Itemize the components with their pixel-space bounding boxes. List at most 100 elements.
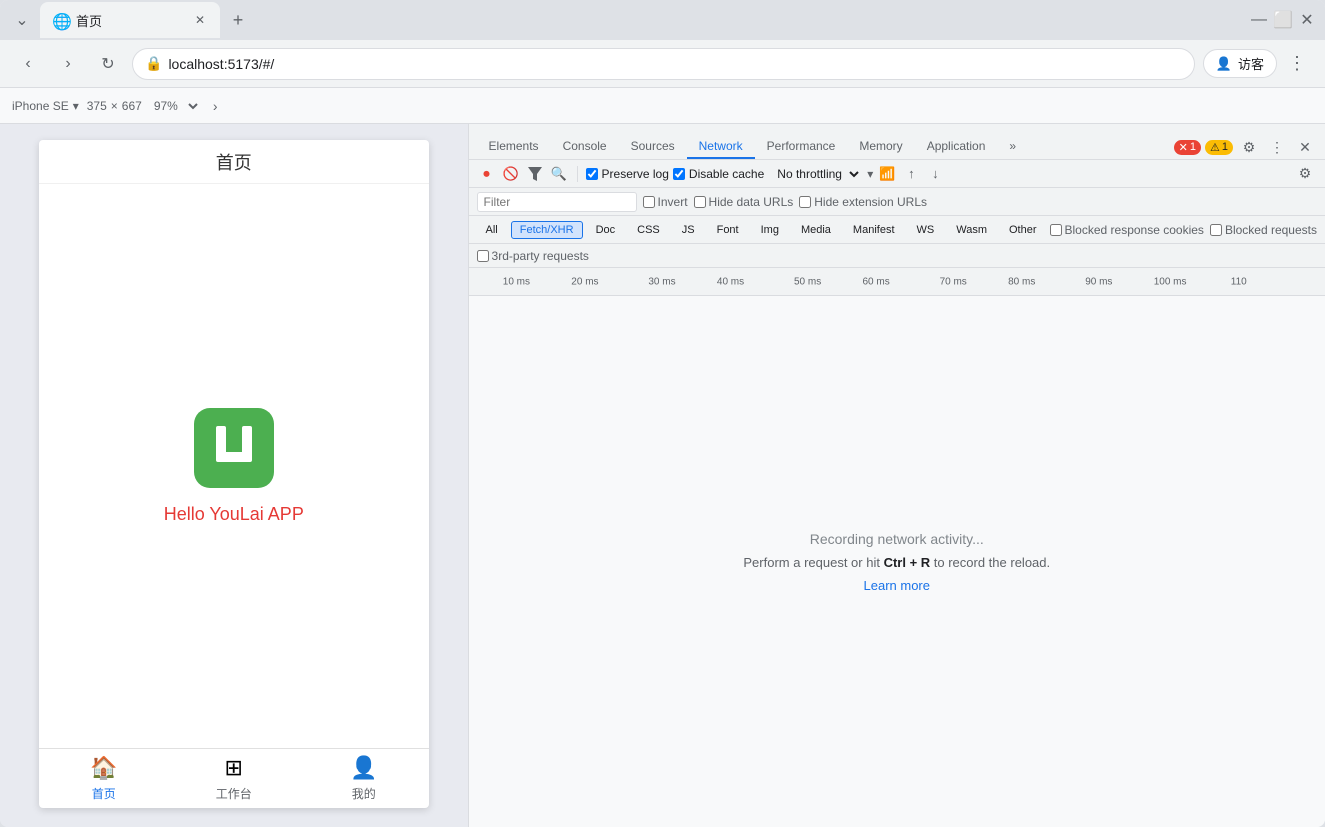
tab-list-button[interactable]: ⌄: [8, 6, 36, 34]
page-header: 首页: [39, 140, 429, 184]
import-har-button[interactable]: ↓: [925, 164, 945, 184]
preserve-log-checkbox[interactable]: [586, 168, 598, 180]
desc-end: to record the reload.: [930, 555, 1050, 570]
throttle-selector[interactable]: No throttling: [768, 165, 863, 183]
third-party-checkbox[interactable]: [477, 250, 489, 262]
tab-favicon-icon: 🌐: [52, 12, 68, 28]
new-tab-button[interactable]: +: [224, 6, 252, 34]
disable-cache-label[interactable]: Disable cache: [673, 167, 764, 181]
tab-network[interactable]: Network: [687, 135, 755, 159]
hide-ext-urls-label[interactable]: Hide extension URLs: [799, 195, 927, 209]
type-filter-wasm[interactable]: Wasm: [947, 221, 996, 239]
blocked-requests-label[interactable]: Blocked requests: [1210, 223, 1317, 237]
type-filter-other[interactable]: Other: [1000, 221, 1046, 239]
zoom-selector[interactable]: 97% 100% 75%: [150, 98, 201, 114]
type-filter-ws[interactable]: WS: [908, 221, 944, 239]
type-filter-fetch-xhr[interactable]: Fetch/XHR: [511, 221, 583, 239]
dimensions-display: 375 × 667: [87, 99, 142, 113]
nav-item-home[interactable]: 🏠 首页: [39, 755, 169, 802]
timeline-label-30: 30 ms: [648, 276, 675, 287]
timeline-label-100: 100 ms: [1154, 276, 1187, 287]
blocked-response-cookies-checkbox[interactable]: [1050, 224, 1062, 236]
width-value: 375: [87, 99, 107, 113]
learn-more-link[interactable]: Learn more: [864, 578, 930, 593]
network-toolbar: ⏺ 🚫 🔍 Preserve log Disable cache No thro…: [469, 160, 1325, 188]
third-party-row: 3rd-party requests: [469, 244, 1325, 268]
tab-performance[interactable]: Performance: [755, 135, 848, 159]
device-name: iPhone SE: [12, 99, 69, 113]
nav-label-profile: 我的: [352, 785, 376, 802]
warn-icon: ⚠: [1210, 141, 1220, 154]
workspace-icon: ⊞: [225, 755, 243, 781]
maximize-button[interactable]: ⬜: [1273, 10, 1293, 30]
more-options-icon[interactable]: ›: [213, 98, 218, 114]
blocked-response-cookies-label[interactable]: Blocked response cookies: [1050, 223, 1204, 237]
type-filter-extra: Blocked response cookies Blocked request…: [1050, 223, 1317, 237]
third-party-label[interactable]: 3rd-party requests: [477, 249, 589, 263]
tab-more[interactable]: »: [997, 135, 1028, 159]
network-filter-row: Invert Hide data URLs Hide extension URL…: [469, 188, 1325, 216]
hide-data-urls-checkbox[interactable]: [694, 196, 706, 208]
active-tab: 🌐 首页 ✕: [40, 2, 220, 38]
clear-button[interactable]: 🚫: [501, 164, 521, 184]
close-button[interactable]: ✕: [1297, 10, 1317, 30]
nav-label-home: 首页: [92, 785, 116, 802]
network-settings-button[interactable]: ⚙: [1293, 162, 1317, 186]
title-bar-left: ⌄ 🌐 首页 ✕ +: [8, 2, 252, 38]
error-count: 1: [1190, 141, 1196, 153]
nav-item-workspace[interactable]: ⊞ 工作台: [169, 755, 299, 802]
devtools-more-button[interactable]: ⋮: [1265, 135, 1289, 159]
network-conditions-button[interactable]: 📶: [877, 164, 897, 184]
tab-console[interactable]: Console: [551, 135, 619, 159]
tab-application[interactable]: Application: [915, 135, 998, 159]
devtools-tabs-right: ✕ 1 ⚠ 1 ⚙ ⋮ ✕: [1174, 135, 1317, 159]
invert-checkbox[interactable]: [643, 196, 655, 208]
error-badge: ✕ 1: [1174, 140, 1201, 155]
export-har-button[interactable]: ↑: [901, 164, 921, 184]
visitor-button[interactable]: 👤 访客: [1203, 49, 1277, 78]
hide-data-urls-label[interactable]: Hide data URLs: [694, 195, 794, 209]
nav-item-profile[interactable]: 👤 我的: [299, 755, 429, 802]
type-filter-img[interactable]: Img: [752, 221, 788, 239]
type-filter-font[interactable]: Font: [708, 221, 748, 239]
hide-ext-urls-checkbox[interactable]: [799, 196, 811, 208]
address-input-wrap[interactable]: 🔒: [132, 48, 1195, 80]
type-filter-js[interactable]: JS: [673, 221, 704, 239]
tab-elements[interactable]: Elements: [477, 135, 551, 159]
minimize-button[interactable]: —: [1249, 10, 1269, 30]
type-filter-doc[interactable]: Doc: [587, 221, 625, 239]
forward-button[interactable]: ›: [52, 48, 84, 80]
tab-memory[interactable]: Memory: [847, 135, 914, 159]
filter-input[interactable]: [477, 192, 637, 212]
blocked-requests-checkbox[interactable]: [1210, 224, 1222, 236]
tab-sources[interactable]: Sources: [619, 135, 687, 159]
height-value: 667: [122, 99, 142, 113]
timeline-label-70: 70 ms: [940, 276, 967, 287]
invert-checkbox-label[interactable]: Invert: [643, 195, 688, 209]
refresh-button[interactable]: ↻: [92, 48, 124, 80]
devtools-tabs: Elements Console Sources Network Perform…: [469, 124, 1325, 160]
type-filter-all[interactable]: All: [477, 221, 507, 239]
back-button[interactable]: ‹: [12, 48, 44, 80]
device-toolbar: iPhone SE ▾ 375 × 667 97% 100% 75% ›: [0, 88, 1325, 124]
devtools-close-button[interactable]: ✕: [1293, 135, 1317, 159]
type-filter-manifest[interactable]: Manifest: [844, 221, 904, 239]
address-input[interactable]: [168, 56, 1181, 72]
device-selector[interactable]: iPhone SE ▾: [12, 99, 79, 113]
phone-frame: 首页: [39, 140, 429, 808]
timeline-header: 10 ms 20 ms 30 ms 40 ms 50 ms 60 ms 70 m…: [469, 268, 1325, 296]
type-filter-css[interactable]: CSS: [628, 221, 669, 239]
type-filter-media[interactable]: Media: [792, 221, 840, 239]
filter-toggle-button[interactable]: [525, 164, 545, 184]
search-button[interactable]: 🔍: [549, 164, 569, 184]
tab-close-button[interactable]: ✕: [192, 12, 208, 28]
devtools-settings-button[interactable]: ⚙: [1237, 135, 1261, 159]
title-bar-right: — ⬜ ✕: [1249, 10, 1317, 30]
record-button[interactable]: ⏺: [477, 164, 497, 184]
preserve-log-label[interactable]: Preserve log: [586, 167, 669, 181]
profile-icon: 👤: [350, 755, 377, 781]
disable-cache-checkbox[interactable]: [673, 168, 685, 180]
browser-menu-button[interactable]: ⋮: [1281, 48, 1313, 80]
main-content: 首页: [0, 124, 1325, 827]
timeline-label-90: 90 ms: [1085, 276, 1112, 287]
